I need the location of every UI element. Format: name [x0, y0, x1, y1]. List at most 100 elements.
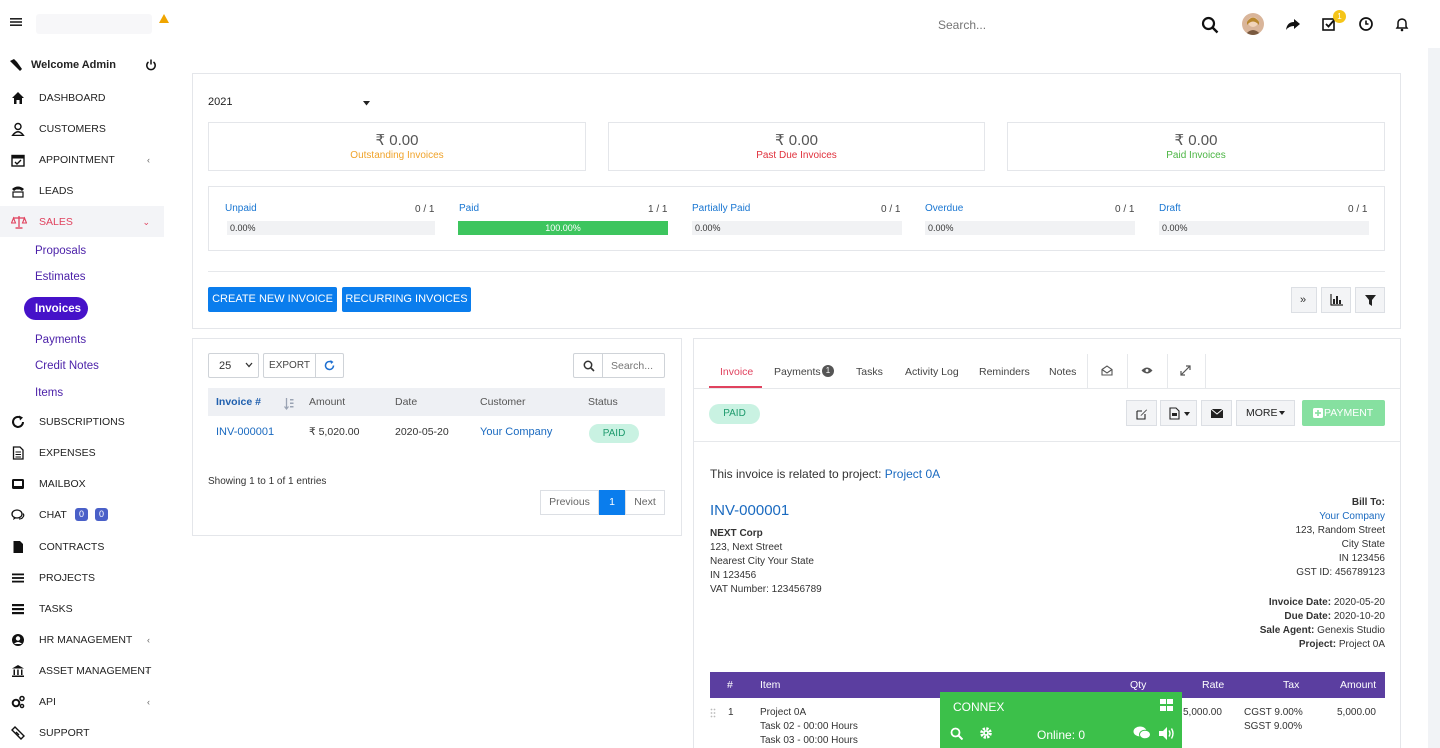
tab-activity-log[interactable]: Activity Log: [905, 366, 959, 378]
search-icon[interactable]: [950, 727, 963, 740]
progress-name[interactable]: Unpaid: [225, 203, 257, 214]
global-search-input[interactable]: [938, 14, 1158, 36]
logout-power-icon[interactable]: [145, 59, 157, 71]
connex-widget[interactable]: CONNEX Online: 0: [940, 692, 1182, 748]
pagination-page-1[interactable]: 1: [599, 490, 625, 515]
invoice-number-heading: INV-000001: [710, 502, 790, 519]
table-search-input[interactable]: [603, 353, 665, 378]
table-row[interactable]: INV-000001 ₹ 5,020.00 2020-05-20 Your Co…: [208, 418, 665, 448]
progress-name[interactable]: Partially Paid: [692, 203, 750, 214]
progress-count: 0 / 1: [415, 204, 435, 215]
eye-icon[interactable]: [1141, 366, 1153, 375]
envelope-open-icon[interactable]: [1101, 365, 1113, 376]
meta-label: Invoice Date:: [1268, 597, 1332, 608]
nav-chat[interactable]: CHAT 0 0: [0, 499, 164, 530]
items-header-qty: Qty: [1130, 679, 1147, 691]
pdf-dropdown-button[interactable]: [1160, 400, 1197, 426]
nav-dashboard[interactable]: DASHBOARD: [0, 82, 164, 113]
nav-api[interactable]: API ‹: [0, 686, 164, 717]
year-select[interactable]: 2021: [208, 96, 373, 114]
nav-expenses[interactable]: EXPENSES: [0, 437, 164, 468]
nav-support[interactable]: SUPPORT: [0, 717, 164, 748]
edit-button[interactable]: [1126, 400, 1157, 426]
bell-icon[interactable]: [1394, 16, 1412, 34]
menu-toggle-icon[interactable]: [10, 16, 22, 28]
row-customer[interactable]: Your Company: [480, 426, 552, 438]
nav-hr-management[interactable]: HR MANAGEMENT ‹: [0, 624, 164, 655]
stat-past-due[interactable]: ₹ 0.00 Past Due Invoices: [608, 122, 985, 171]
sub-estimates[interactable]: Estimates: [35, 271, 86, 283]
nav-tasks[interactable]: TASKS: [0, 593, 164, 624]
item-amount: 5,000.00: [1337, 707, 1376, 718]
nav-leads[interactable]: LEADS: [0, 175, 164, 206]
sub-proposals[interactable]: Proposals: [35, 245, 86, 257]
toggle-panel-button[interactable]: »: [1291, 287, 1317, 313]
caret-down-icon: [1279, 411, 1285, 415]
header-status[interactable]: Status: [588, 396, 618, 408]
previous-label: Previous: [549, 496, 590, 508]
payment-button[interactable]: PAYMENT: [1302, 400, 1385, 426]
sub-credit-notes[interactable]: Credit Notes: [35, 360, 99, 372]
nav-label: ASSET MANAGEMENT: [39, 664, 152, 677]
sub-payments[interactable]: Payments: [35, 334, 86, 346]
stat-outstanding[interactable]: ₹ 0.00 Outstanding Invoices: [208, 122, 586, 171]
status-badge: PAID: [589, 424, 639, 443]
nav-subscriptions[interactable]: SUBSCRIPTIONS: [0, 406, 164, 437]
export-button[interactable]: EXPORT: [263, 353, 316, 378]
avatar[interactable]: [1242, 13, 1264, 35]
nav-sales[interactable]: SALES ⌄: [0, 206, 164, 237]
grid-icon[interactable]: [1160, 699, 1173, 711]
nav-label: CONTRACTS: [39, 540, 105, 553]
clock-icon[interactable]: [1358, 16, 1376, 34]
filter-button[interactable]: [1355, 287, 1385, 313]
gear-icon[interactable]: [979, 726, 993, 740]
header-invoice-number[interactable]: Invoice #: [216, 396, 261, 408]
stat-paid[interactable]: ₹ 0.00 Paid Invoices: [1007, 122, 1385, 171]
volume-icon[interactable]: [1159, 727, 1175, 740]
progress-name[interactable]: Paid: [459, 203, 479, 214]
email-button[interactable]: [1201, 400, 1232, 426]
related-project-link[interactable]: Project 0A: [885, 467, 940, 481]
nav-customers[interactable]: CUSTOMERS: [0, 113, 164, 144]
nav-appointment[interactable]: APPOINTMENT ‹: [0, 144, 164, 175]
progress-name[interactable]: Draft: [1159, 203, 1181, 214]
header-date[interactable]: Date: [395, 396, 417, 408]
pagination-previous[interactable]: Previous: [540, 490, 599, 515]
nav-label: HR MANAGEMENT: [39, 633, 133, 646]
pagination-next[interactable]: Next: [625, 490, 665, 515]
sub-items[interactable]: Items: [35, 387, 63, 399]
nav-projects[interactable]: PROJECTS: [0, 562, 164, 593]
user-icon: [11, 122, 25, 136]
sort-desc-icon: [284, 398, 294, 410]
expand-icon[interactable]: [1180, 365, 1191, 376]
tab-invoice[interactable]: Invoice: [720, 366, 753, 378]
tab-notes[interactable]: Notes: [1049, 366, 1076, 378]
nav-contracts[interactable]: CONTRACTS: [0, 531, 164, 562]
tab-payments[interactable]: Payments: [774, 366, 821, 378]
tab-reminders[interactable]: Reminders: [979, 366, 1030, 378]
drag-handle-icon[interactable]: [710, 708, 716, 720]
search-icon[interactable]: [1201, 16, 1219, 34]
page-size-select[interactable]: 25: [208, 353, 259, 378]
nav-label: APPOINTMENT: [39, 153, 115, 166]
bill-to-company[interactable]: Your Company: [1319, 511, 1385, 522]
reload-button[interactable]: [316, 353, 344, 378]
header-amount[interactable]: Amount: [309, 396, 345, 408]
chat-icon[interactable]: [1133, 726, 1151, 740]
header-customer[interactable]: Customer: [480, 396, 526, 408]
logo[interactable]: [36, 14, 152, 34]
stats-button[interactable]: [1321, 287, 1351, 313]
nav-asset-management[interactable]: ASSET MANAGEMENT ‹: [0, 655, 164, 686]
create-invoice-button[interactable]: CREATE NEW INVOICE: [208, 287, 337, 312]
stat-label: Paid Invoices: [1166, 150, 1226, 161]
progress-name[interactable]: Overdue: [925, 203, 963, 214]
share-icon[interactable]: [1285, 16, 1303, 34]
more-dropdown-button[interactable]: MORE: [1236, 400, 1295, 426]
tab-tasks[interactable]: Tasks: [856, 366, 883, 378]
stat-value: ₹ 0.00: [1174, 132, 1218, 149]
row-amount: ₹ 5,020.00: [309, 426, 360, 438]
row-invoice[interactable]: INV-000001: [216, 426, 274, 438]
table-search-button[interactable]: [573, 353, 603, 378]
nav-mailbox[interactable]: MAILBOX: [0, 468, 164, 499]
recurring-invoices-button[interactable]: RECURRING INVOICES: [342, 287, 471, 312]
